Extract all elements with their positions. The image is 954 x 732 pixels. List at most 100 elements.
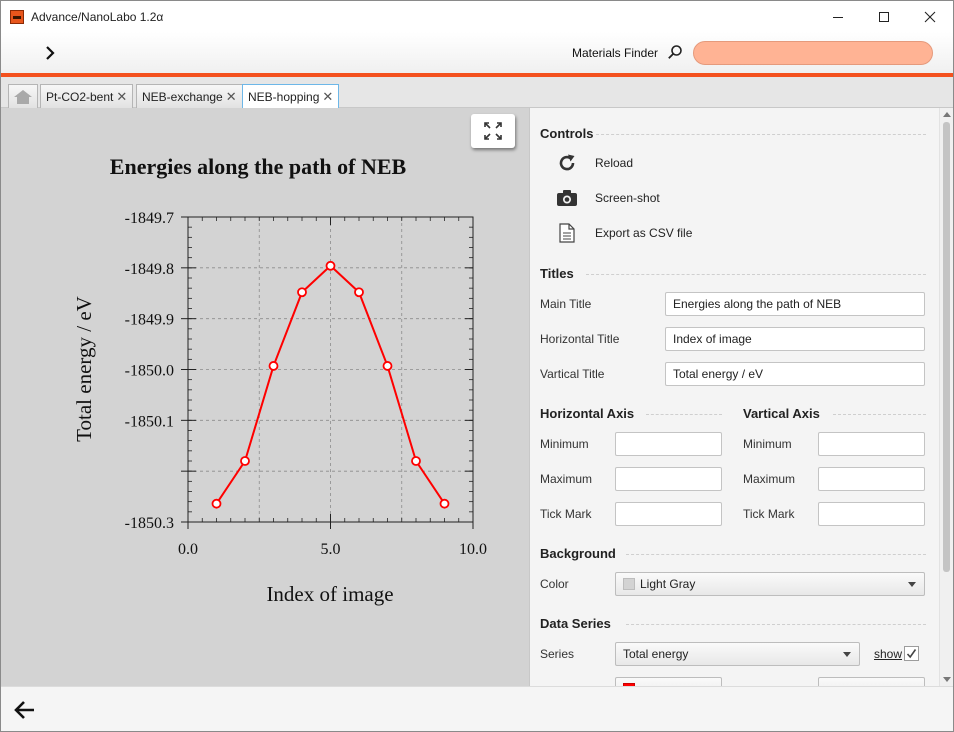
show-series-link[interactable]: show <box>874 647 902 661</box>
section-divider <box>596 134 926 135</box>
maximize-icon <box>879 11 889 22</box>
reload-icon <box>556 153 578 173</box>
v-maximum-label: Maximum <box>743 472 796 486</box>
y-axis-title: Total energy / eV <box>72 296 96 442</box>
background-color-value: Light Gray <box>640 577 696 591</box>
tab-neb-hopping[interactable]: NEB-hopping ✕ <box>242 84 340 109</box>
screenshot-button[interactable]: Screen-shot <box>556 188 660 208</box>
y-tick-label: -1850.1 <box>125 413 174 430</box>
tab-close-icon[interactable]: ✕ <box>226 89 237 105</box>
tab-close-icon[interactable]: ✕ <box>116 89 127 105</box>
tab-close-icon[interactable]: ✕ <box>322 89 333 105</box>
h-minimum-input[interactable] <box>615 432 722 456</box>
window-title: Advance/NanoLabo 1.2α <box>31 9 164 24</box>
section-divider <box>646 414 722 415</box>
x-tick-label: 5.0 <box>321 541 341 558</box>
y-tick-label: -1849.7 <box>125 210 174 227</box>
section-divider <box>626 554 926 555</box>
camera-icon <box>556 188 578 208</box>
show-series-checkbox[interactable] <box>904 646 919 661</box>
section-divider <box>833 414 926 415</box>
tab-home[interactable] <box>8 84 38 108</box>
scrollbar-thumb[interactable] <box>943 122 950 572</box>
tab-bar: Pt-CO2-bent ✕ NEB-exchange ✕ NEB-hopping… <box>1 77 953 109</box>
background-color-label: Color <box>540 577 569 591</box>
data-point <box>297 287 307 298</box>
bottom-bar <box>1 686 953 731</box>
h-minimum-label: Minimum <box>540 437 589 451</box>
v-maximum-input[interactable] <box>818 467 925 491</box>
horizontal-axis-section-title: Horizontal Axis <box>540 406 635 421</box>
tab-pt-co2-bent[interactable]: Pt-CO2-bent ✕ <box>40 84 134 108</box>
y-tick-label: -1850.0 <box>125 363 174 380</box>
vertical-axis-section-title: Vartical Axis <box>743 406 820 421</box>
x-tick-label: 10.0 <box>459 541 487 558</box>
chart-title: Energies along the path of NEB <box>110 154 407 179</box>
tab-label: NEB-exchange <box>142 89 223 104</box>
minimize-icon <box>833 16 843 18</box>
tab-label: NEB-hopping <box>248 90 320 104</box>
vertical-title-input[interactable] <box>665 362 925 386</box>
chart-area: -1849.7 -1849.8 -1849.9 -1850.0 -1850.1 -1850… <box>1 108 529 686</box>
horizontal-title-input[interactable] <box>665 327 925 351</box>
fullscreen-button[interactable] <box>471 114 515 148</box>
minimize-button[interactable] <box>815 1 861 32</box>
x-tick-label: 0.0 <box>178 541 198 558</box>
reload-label: Reload <box>595 156 634 170</box>
neb-energy-chart: -1849.7 -1849.8 -1849.9 -1850.0 -1850.1 -1850… <box>72 154 487 606</box>
checkmark-icon <box>906 649 917 659</box>
series-select[interactable]: Total energy <box>615 642 860 666</box>
close-icon <box>924 11 936 22</box>
screenshot-label: Screen-shot <box>595 191 660 205</box>
section-divider <box>626 624 926 625</box>
background-section-title: Background <box>540 546 616 561</box>
home-icon <box>14 89 32 104</box>
h-tick-label: Tick Mark <box>540 507 592 521</box>
close-window-button[interactable] <box>907 1 953 32</box>
main-title-label: Main Title <box>540 297 592 311</box>
horizontal-title-label: Horizontal Title <box>540 332 620 346</box>
export-csv-label: Export as CSV file <box>595 226 693 240</box>
back-arrow-icon[interactable] <box>13 698 37 722</box>
search-icon[interactable] <box>667 44 683 60</box>
materials-finder-label: Materials Finder <box>572 46 659 60</box>
tab-neb-exchange[interactable]: NEB-exchange ✕ <box>136 84 243 108</box>
v-minimum-input[interactable] <box>818 432 925 456</box>
document-icon <box>556 223 578 243</box>
v-tick-label: Tick Mark <box>743 507 795 521</box>
scroll-up-icon[interactable] <box>943 112 951 117</box>
h-maximum-label: Maximum <box>540 472 593 486</box>
h-maximum-input[interactable] <box>615 467 722 491</box>
data-point <box>240 456 250 466</box>
main-toolbar: Materials Finder <box>1 32 953 73</box>
h-tick-input[interactable] <box>615 502 722 526</box>
expand-sidebar-button[interactable] <box>39 41 61 65</box>
v-tick-input[interactable] <box>818 502 925 526</box>
scroll-down-icon[interactable] <box>943 677 951 682</box>
chevron-down-icon <box>843 652 851 657</box>
data-point <box>382 361 393 371</box>
chevron-right-icon <box>46 46 55 60</box>
maximize-button[interactable] <box>861 1 907 32</box>
main-title-input[interactable] <box>665 292 925 316</box>
reload-button[interactable]: Reload <box>556 153 633 173</box>
fullscreen-icon <box>484 122 502 140</box>
background-color-select[interactable]: Light Gray <box>615 572 925 596</box>
series-style-select[interactable] <box>818 677 925 686</box>
controls-section-title: Controls <box>540 126 594 141</box>
v-minimum-label: Minimum <box>743 437 792 451</box>
series-color-select[interactable] <box>615 677 722 686</box>
data-series-section-title: Data Series <box>540 616 611 631</box>
x-axis-title: Index of image <box>266 582 393 606</box>
export-csv-button[interactable]: Export as CSV file <box>556 223 692 243</box>
series-value: Total energy <box>623 647 689 661</box>
app-window: Advance/NanoLabo 1.2α Materials Finder P… <box>0 0 954 732</box>
tab-label: Pt-CO2-bent <box>46 89 114 104</box>
data-point <box>411 456 421 466</box>
section-divider <box>586 274 926 275</box>
panel-scrollbar[interactable] <box>939 108 953 686</box>
series-label: Series <box>540 647 575 661</box>
data-point <box>325 260 336 271</box>
materials-finder-input[interactable] <box>693 41 933 65</box>
app-logo-icon <box>10 9 24 24</box>
